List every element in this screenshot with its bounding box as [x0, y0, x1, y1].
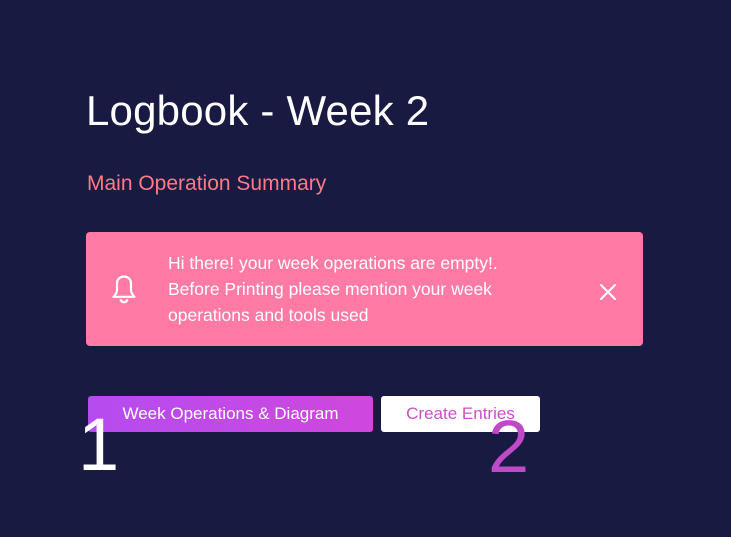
logbook-page: Logbook - Week 2 Main Operation Summary …	[0, 0, 731, 537]
alert-message: Hi there! your week operations are empty…	[168, 250, 573, 328]
empty-operations-alert: Hi there! your week operations are empty…	[86, 232, 643, 346]
page-subtitle: Main Operation Summary	[87, 172, 327, 195]
alert-close-button[interactable]	[590, 270, 626, 306]
bell-icon	[110, 273, 138, 305]
tab-week-operations-diagram[interactable]: Week Operations & Diagram	[88, 396, 373, 432]
alert-message-line: operations and tools used	[168, 305, 369, 325]
page-title: Logbook - Week 2	[86, 87, 430, 134]
alert-message-line: Before Printing please mention your week	[168, 279, 492, 299]
tab-create-entries[interactable]: Create Entries	[381, 396, 540, 432]
close-icon	[600, 284, 616, 300]
alert-message-line: Hi there! your week operations are empty…	[168, 253, 498, 273]
